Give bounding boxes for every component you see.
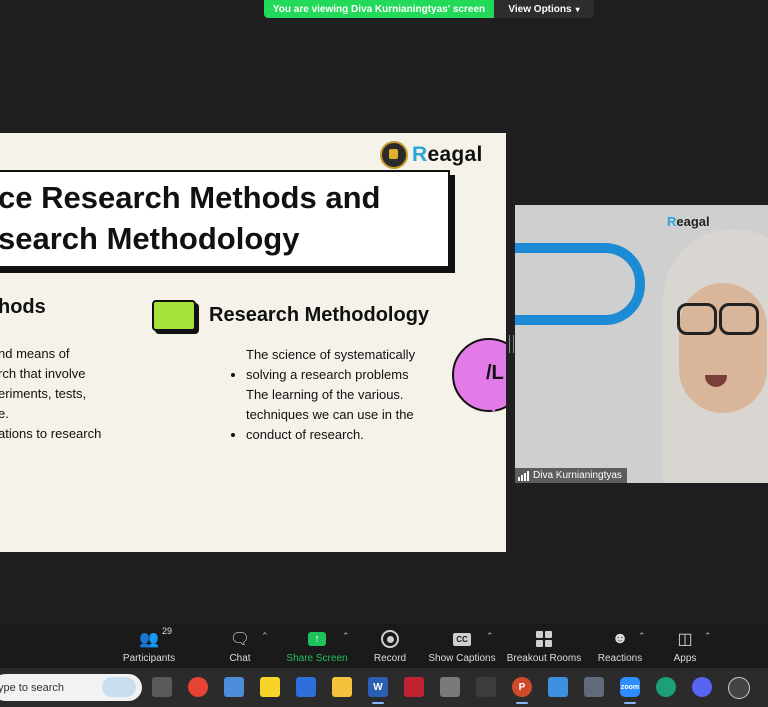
apps-label: Apps — [673, 653, 697, 664]
participant-name-tag: Diva Kurnianingtyas — [515, 468, 627, 483]
video-logo-text: Reagal — [667, 214, 710, 229]
breakout-rooms-icon — [536, 628, 552, 650]
share-screen-label: Share Screen — [286, 653, 348, 664]
taskbar-search-box[interactable]: ype to search — [0, 674, 142, 701]
glasses-right — [719, 303, 759, 335]
show-captions-button[interactable]: CC ⌃ Show Captions — [417, 628, 507, 664]
slide-logo-text: Reagal — [412, 143, 483, 166]
photos-icon[interactable] — [224, 677, 244, 697]
left-line: e. — [0, 406, 9, 421]
search-placeholder: ype to search — [0, 681, 65, 694]
windows-taskbar: ype to search W P zoom — [0, 668, 768, 707]
powerpoint-icon[interactable]: P — [512, 677, 532, 704]
snipping-tool-icon[interactable] — [440, 677, 460, 697]
share-screen-icon: ↑ — [308, 628, 326, 650]
participants-button[interactable]: 👥 29 Participants — [104, 626, 194, 664]
green-square-decoration — [152, 300, 196, 331]
bullet-item: The science of systematically solving a … — [246, 345, 431, 385]
zoom-icon-label: zoom — [620, 683, 640, 691]
shared-slide: Reagal ce Research Methods and search Me… — [0, 133, 506, 552]
record-icon — [381, 628, 399, 650]
signal-bars-icon — [518, 470, 529, 481]
breakout-rooms-label: Breakout Rooms — [506, 653, 582, 664]
bullet-text: The science of systematically solving a … — [246, 347, 416, 382]
glasses-left — [677, 303, 717, 335]
sync-icon[interactable] — [476, 677, 496, 697]
search-highlight-icon — [102, 677, 136, 697]
left-line: nd means of — [0, 346, 70, 361]
paint-icon[interactable] — [548, 677, 568, 697]
viewing-banner: You are viewing Diva Kurnianingtyas' scr… — [264, 0, 594, 18]
apps-caret-icon[interactable]: ⌃ — [704, 631, 712, 642]
left-line: eriments, tests, — [0, 386, 87, 401]
record-label: Record — [373, 653, 407, 664]
left-line: rch that involve — [0, 366, 86, 381]
chat-caret-icon[interactable]: ⌃ — [261, 631, 269, 642]
slide-logo: Reagal — [380, 141, 483, 169]
bullet-text: The learning of the various. techniques … — [246, 387, 414, 442]
show-captions-label: Show Captions — [428, 653, 496, 664]
view-options-button[interactable]: View Options ▾ — [494, 0, 594, 18]
word-icon[interactable]: W — [368, 677, 388, 704]
participants-label: Participants — [122, 653, 176, 664]
right-heading: Research Methodology — [209, 304, 430, 326]
bubble-glyph: /L — [486, 362, 504, 384]
reactions-icon: ☻ — [611, 630, 629, 647]
app-red-icon[interactable] — [404, 677, 424, 697]
slide-title: ce Research Methods and search Methodolo… — [0, 177, 380, 259]
participant-video-tile[interactable]: Reagal Diva Kurnianingtyas — [515, 205, 768, 483]
todo-icon[interactable] — [296, 677, 316, 697]
participants-count: 29 — [162, 626, 173, 636]
slide-title-line-1: ce Research Methods and — [0, 180, 381, 215]
bullet-item: The learning of the various. techniques … — [246, 385, 431, 445]
apps-icon: ◫ — [677, 631, 693, 648]
edge-icon[interactable] — [656, 677, 676, 697]
chat-icon: 🗨 — [229, 631, 251, 648]
speech-bubble-tail — [484, 399, 500, 413]
slide-title-line-2: search Methodology — [0, 221, 300, 256]
calculator-icon[interactable] — [584, 677, 604, 697]
left-text: nd means of rch that involve eriments, t… — [0, 344, 101, 444]
left-line: ations to research — [0, 426, 102, 441]
chrome-icon[interactable] — [188, 677, 208, 697]
zoom-icon[interactable]: zoom — [620, 677, 640, 704]
university-seal-icon — [380, 141, 408, 169]
background-ring-shape — [515, 243, 645, 325]
apps-button[interactable]: ◫ ⌃ Apps — [640, 628, 730, 664]
right-bullet-list: The science of systematically solving a … — [222, 345, 431, 445]
cc-icon: CC — [453, 628, 471, 650]
viewing-message: You are viewing Diva Kurnianingtyas' scr… — [264, 0, 494, 18]
sticky-notes-icon[interactable] — [260, 677, 280, 697]
task-view-icon[interactable] — [152, 677, 172, 697]
reactions-label: Reactions — [597, 653, 643, 664]
file-explorer-icon[interactable] — [332, 677, 352, 697]
discord-icon[interactable] — [692, 677, 712, 697]
captions-caret-icon[interactable]: ⌃ — [486, 631, 494, 642]
chevron-down-icon: ▾ — [575, 4, 580, 14]
view-options-label: View Options — [508, 3, 572, 15]
participants-icon: 👥 — [139, 631, 159, 648]
obs-icon[interactable] — [728, 677, 750, 699]
panel-resize-handle[interactable] — [509, 335, 514, 353]
chat-label: Chat — [229, 653, 251, 664]
meeting-toolbar: 👥 29 Participants 🗨 ⌃ Chat ↑ ⌃ Share Scr… — [0, 624, 768, 668]
participant-name: Diva Kurnianingtyas — [533, 470, 622, 481]
left-heading: hods — [0, 296, 46, 318]
